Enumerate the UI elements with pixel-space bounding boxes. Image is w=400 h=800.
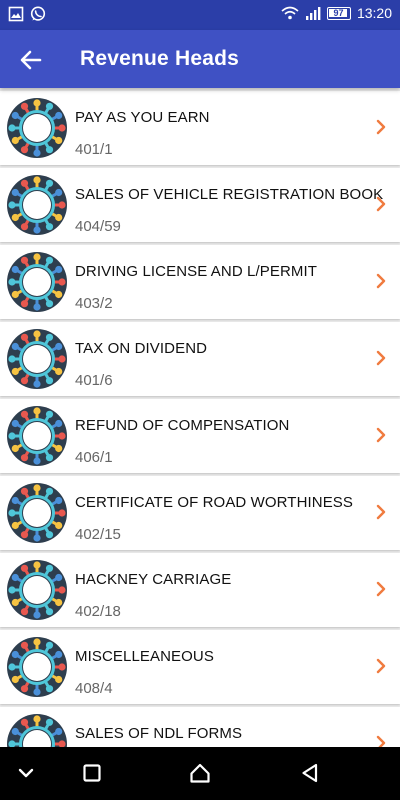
list-item[interactable]: REFUND OF COMPENSATION 406/1 xyxy=(0,399,400,473)
revenue-logo-icon xyxy=(6,636,68,698)
chevron-right-icon xyxy=(376,504,386,520)
status-bar: 97 13:20 xyxy=(0,0,400,30)
revenue-logo-icon xyxy=(6,482,68,544)
list-item[interactable]: DRIVING LICENSE AND L/PERMIT 403/2 xyxy=(0,245,400,319)
navigation-bar xyxy=(0,747,400,800)
signal-icon xyxy=(305,7,321,20)
revenue-head-code: 404/59 xyxy=(75,218,121,235)
revenue-logo-icon xyxy=(6,405,68,467)
revenue-head-name: PAY AS YOU EARN xyxy=(75,109,210,126)
revenue-logo-icon xyxy=(6,97,68,159)
list-item[interactable]: TAX ON DIVIDEND 401/6 xyxy=(0,322,400,396)
revenue-head-name: HACKNEY CARRIAGE xyxy=(75,571,232,588)
arrow-left-icon[interactable] xyxy=(16,45,46,75)
back-icon[interactable] xyxy=(298,761,322,785)
chevron-right-icon xyxy=(376,735,386,747)
chevron-right-icon xyxy=(376,581,386,597)
revenue-heads-list: PAY AS YOU EARN 401/1 SALES OF VEHICLE REG… xyxy=(0,91,400,747)
revenue-head-code: 403/2 xyxy=(75,295,113,312)
wifi-icon xyxy=(281,6,299,20)
revenue-logo-icon xyxy=(6,713,68,747)
page-title: Revenue Heads xyxy=(80,47,240,70)
revenue-logo-icon xyxy=(6,251,68,313)
revenue-head-code: 401/6 xyxy=(75,372,113,389)
list-item[interactable]: SALES OF VEHICLE REGISTRATION BOOK 404/59 xyxy=(0,168,400,242)
battery-level: 97 xyxy=(333,7,344,18)
revenue-logo-icon xyxy=(6,174,68,236)
revenue-head-code: 408/4 xyxy=(75,680,113,697)
revenue-head-name: DRIVING LICENSE AND L/PERMIT xyxy=(75,263,318,280)
recents-icon[interactable] xyxy=(80,761,104,785)
revenue-head-code: 402/15 xyxy=(75,526,121,543)
list-item[interactable]: CERTIFICATE OF ROAD WORTHINESS 402/15 xyxy=(0,476,400,550)
battery-icon: 97 xyxy=(326,6,351,20)
revenue-head-code: 401/1 xyxy=(75,141,113,158)
revenue-head-name: CERTIFICATE OF ROAD WORTHINESS xyxy=(75,494,354,511)
revenue-head-name: SALES OF VEHICLE REGISTRATION BOOK xyxy=(75,186,384,203)
revenue-head-code: 406/1 xyxy=(75,449,113,466)
status-time: 13:20 xyxy=(356,5,392,21)
chevron-right-icon xyxy=(376,427,386,443)
chevron-right-icon xyxy=(376,196,386,212)
home-icon[interactable] xyxy=(188,761,212,785)
revenue-head-name: REFUND OF COMPENSATION xyxy=(75,417,290,434)
revenue-head-name: SALES OF NDL FORMS xyxy=(75,725,243,742)
revenue-head-code: 402/18 xyxy=(75,603,121,620)
revenue-head-name: MISCELLEANEOUS xyxy=(75,648,214,665)
list-item[interactable]: SALES OF NDL FORMS xyxy=(0,707,400,747)
chevron-right-icon xyxy=(376,658,386,674)
list-item[interactable]: HACKNEY CARRIAGE 402/18 xyxy=(0,553,400,627)
app-bar: Revenue Heads xyxy=(0,30,400,88)
chevron-right-icon xyxy=(376,119,386,135)
list-item[interactable]: PAY AS YOU EARN 401/1 xyxy=(0,91,400,165)
revenue-logo-icon xyxy=(6,328,68,390)
revenue-head-name: TAX ON DIVIDEND xyxy=(75,340,208,357)
chevron-right-icon xyxy=(376,273,386,289)
whatsapp-icon xyxy=(30,6,46,21)
gallery-icon xyxy=(8,6,24,22)
collapse-icon[interactable] xyxy=(14,761,38,785)
revenue-logo-icon xyxy=(6,559,68,621)
chevron-right-icon xyxy=(376,350,386,366)
list-item[interactable]: MISCELLEANEOUS 408/4 xyxy=(0,630,400,704)
